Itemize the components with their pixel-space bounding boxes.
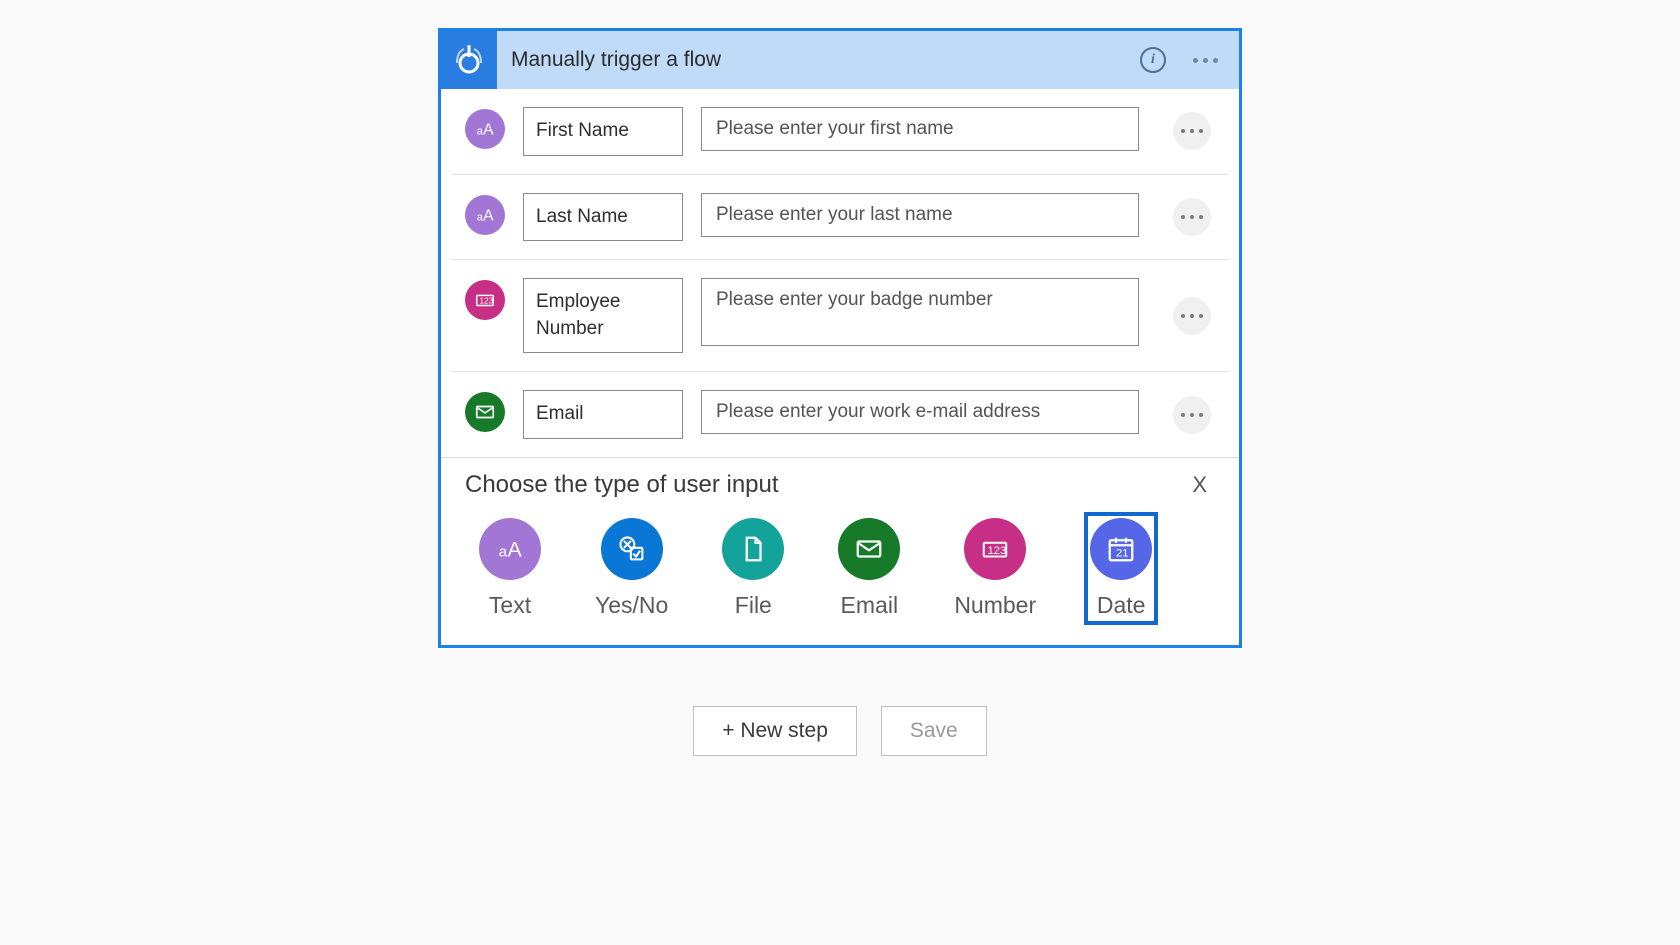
svg-text:A: A — [483, 207, 494, 224]
type-option-label: Email — [841, 592, 899, 619]
text-icon: aA — [479, 518, 541, 580]
input-placeholder-field[interactable]: Please enter your first name — [701, 107, 1139, 151]
ellipsis-icon — [1181, 215, 1203, 219]
number-icon: 123 — [465, 280, 505, 320]
text-icon: aA — [465, 109, 505, 149]
input-name-field[interactable]: Employee Number — [523, 278, 683, 353]
type-options-list: aA Text Yes/No File Email 123 Number 21 Date — [465, 512, 1215, 625]
info-icon: i — [1140, 47, 1166, 73]
inputs-area: aA First Name Please enter your first name… — [441, 89, 1239, 457]
info-button[interactable]: i — [1135, 42, 1171, 78]
type-option-number[interactable]: 123 Number — [948, 512, 1042, 625]
svg-text:21: 21 — [1116, 547, 1129, 559]
date-icon: 21 — [1090, 518, 1152, 580]
trigger-menu-button[interactable] — [1187, 42, 1223, 78]
save-button[interactable]: Save — [881, 706, 987, 756]
input-name-field[interactable]: Email — [523, 390, 683, 439]
trigger-header: Manually trigger a flow i — [441, 31, 1239, 89]
ellipsis-icon — [1181, 129, 1203, 133]
ellipsis-icon — [1181, 314, 1203, 318]
input-placeholder-field[interactable]: Please enter your work e-mail address — [701, 390, 1139, 434]
type-option-label: Yes/No — [595, 592, 668, 619]
ellipsis-icon — [1193, 58, 1218, 63]
input-row: aA First Name Please enter your first name — [451, 89, 1229, 175]
choose-panel-title: Choose the type of user input — [465, 471, 779, 499]
type-option-label: Number — [954, 592, 1036, 619]
email-icon — [838, 518, 900, 580]
input-name-field[interactable]: Last Name — [523, 193, 683, 242]
email-icon — [465, 392, 505, 432]
trigger-title: Manually trigger a flow — [497, 48, 1135, 72]
type-option-label: Text — [489, 592, 531, 619]
input-row-menu-button[interactable] — [1173, 198, 1211, 236]
svg-text:a: a — [499, 543, 508, 560]
input-name-field[interactable]: First Name — [523, 107, 683, 156]
input-row-menu-button[interactable] — [1173, 112, 1211, 150]
yesno-icon — [601, 518, 663, 580]
input-row: aA Last Name Please enter your last name — [451, 175, 1229, 261]
trigger-card: Manually trigger a flow i aAFirst NamePl… — [438, 28, 1242, 648]
ellipsis-icon — [1181, 413, 1203, 417]
type-option-yesno[interactable]: Yes/No — [589, 512, 674, 625]
svg-text:A: A — [508, 537, 523, 561]
type-option-label: Date — [1097, 592, 1146, 619]
input-placeholder-field[interactable]: Please enter your badge number — [701, 278, 1139, 346]
input-placeholder-field[interactable]: Please enter your last name — [701, 193, 1139, 237]
close-panel-button[interactable]: X — [1184, 468, 1215, 502]
svg-text:123: 123 — [480, 297, 494, 306]
footer-buttons: + New step Save — [693, 706, 987, 756]
new-step-button[interactable]: + New step — [693, 706, 857, 756]
input-row-menu-button[interactable] — [1173, 396, 1211, 434]
type-option-label: File — [735, 592, 772, 619]
svg-text:123: 123 — [988, 545, 1007, 557]
type-option-email[interactable]: Email — [832, 512, 906, 625]
choose-input-type-panel: Choose the type of user input X aA Text Ye… — [441, 457, 1239, 645]
trigger-icon — [441, 31, 497, 89]
type-option-file[interactable]: File — [716, 512, 790, 625]
type-option-date[interactable]: 21 Date — [1084, 512, 1158, 625]
input-row: Email Please enter your work e-mail addre… — [451, 372, 1229, 457]
svg-text:A: A — [483, 122, 494, 139]
number-icon: 123 — [964, 518, 1026, 580]
text-icon: aA — [465, 195, 505, 235]
input-row: 123 Employee Number Please enter your badg… — [451, 260, 1229, 372]
file-icon — [722, 518, 784, 580]
type-option-text[interactable]: aA Text — [473, 512, 547, 625]
input-row-menu-button[interactable] — [1173, 297, 1211, 335]
